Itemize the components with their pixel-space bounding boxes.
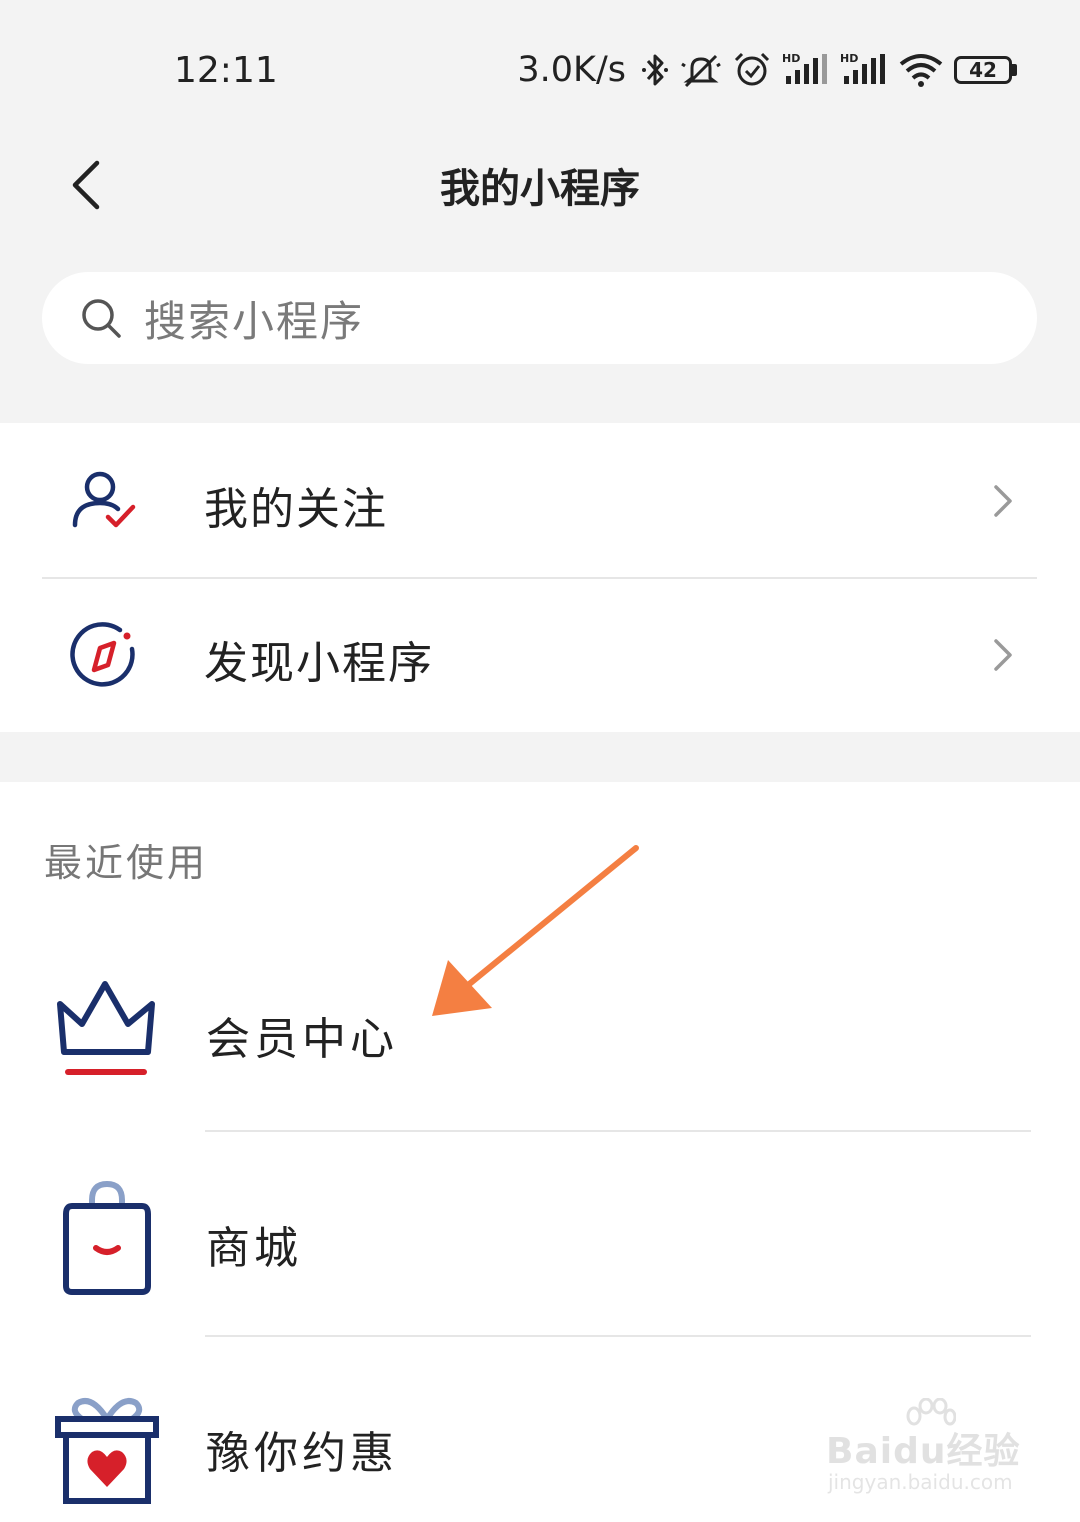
gift-box-icon [55, 1398, 159, 1504]
svg-text:HD: HD [782, 52, 800, 65]
hd-signal-icon: HD [782, 52, 827, 84]
app-label: 会员中心 [206, 1014, 398, 1065]
status-time: 12:11 [174, 50, 278, 91]
search-icon [82, 299, 121, 338]
wifi-icon [899, 54, 943, 87]
battery-icon: 42 [954, 55, 1018, 85]
menu-item-label: 我的关注 [204, 484, 388, 535]
crown-icon [57, 981, 155, 1075]
section-title: 最近使用 [44, 841, 209, 885]
network-speed: 3.0K/s [517, 50, 626, 90]
menu-item-discover[interactable]: 发现小程序 [0, 577, 1080, 731]
svg-text:HD: HD [840, 52, 858, 65]
shopping-bag-icon [63, 1180, 151, 1295]
user-check-icon [72, 471, 136, 528]
chevron-right-icon [994, 485, 1012, 517]
compass-icon [70, 622, 135, 687]
menu-item-label: 发现小程序 [204, 638, 434, 689]
status-icons: 3.0K/s HD HD 42 [517, 48, 1018, 92]
watermark-url: jingyan.baidu.com [828, 1470, 1013, 1494]
search-placeholder: 搜索小程序 [144, 296, 365, 346]
app-label: 商城 [206, 1223, 302, 1274]
mini-programs-page: 12:11 3.0K/s HD HD 42 我的小程序 搜索小程序 我的关注 发… [0, 0, 1080, 1522]
search-input[interactable]: 搜索小程序 [42, 272, 1037, 364]
menu-item-following[interactable]: 我的关注 [0, 423, 1080, 577]
battery-level: 42 [954, 56, 1012, 84]
alarm-icon [734, 52, 770, 86]
recent-item-mall[interactable]: 商城 [0, 1132, 1080, 1336]
status-bar: 12:11 3.0K/s HD HD 42 [0, 0, 1080, 140]
app-label: 豫你约惠 [206, 1428, 398, 1479]
mute-icon [681, 54, 721, 88]
title-bar: 我的小程序 [0, 140, 1080, 230]
chevron-right-icon [994, 639, 1012, 671]
watermark: Baidu经验 jingyan.baidu.com [826, 1398, 1026, 1508]
bluetooth-icon [642, 54, 668, 86]
watermark-brand: Baidu经验 [826, 1431, 1021, 1472]
hd-signal-icon: HD [840, 52, 885, 84]
menu-card: 我的关注 发现小程序 [0, 423, 1080, 732]
annotation-arrow-icon [432, 845, 639, 1016]
page-title: 我的小程序 [440, 166, 640, 212]
